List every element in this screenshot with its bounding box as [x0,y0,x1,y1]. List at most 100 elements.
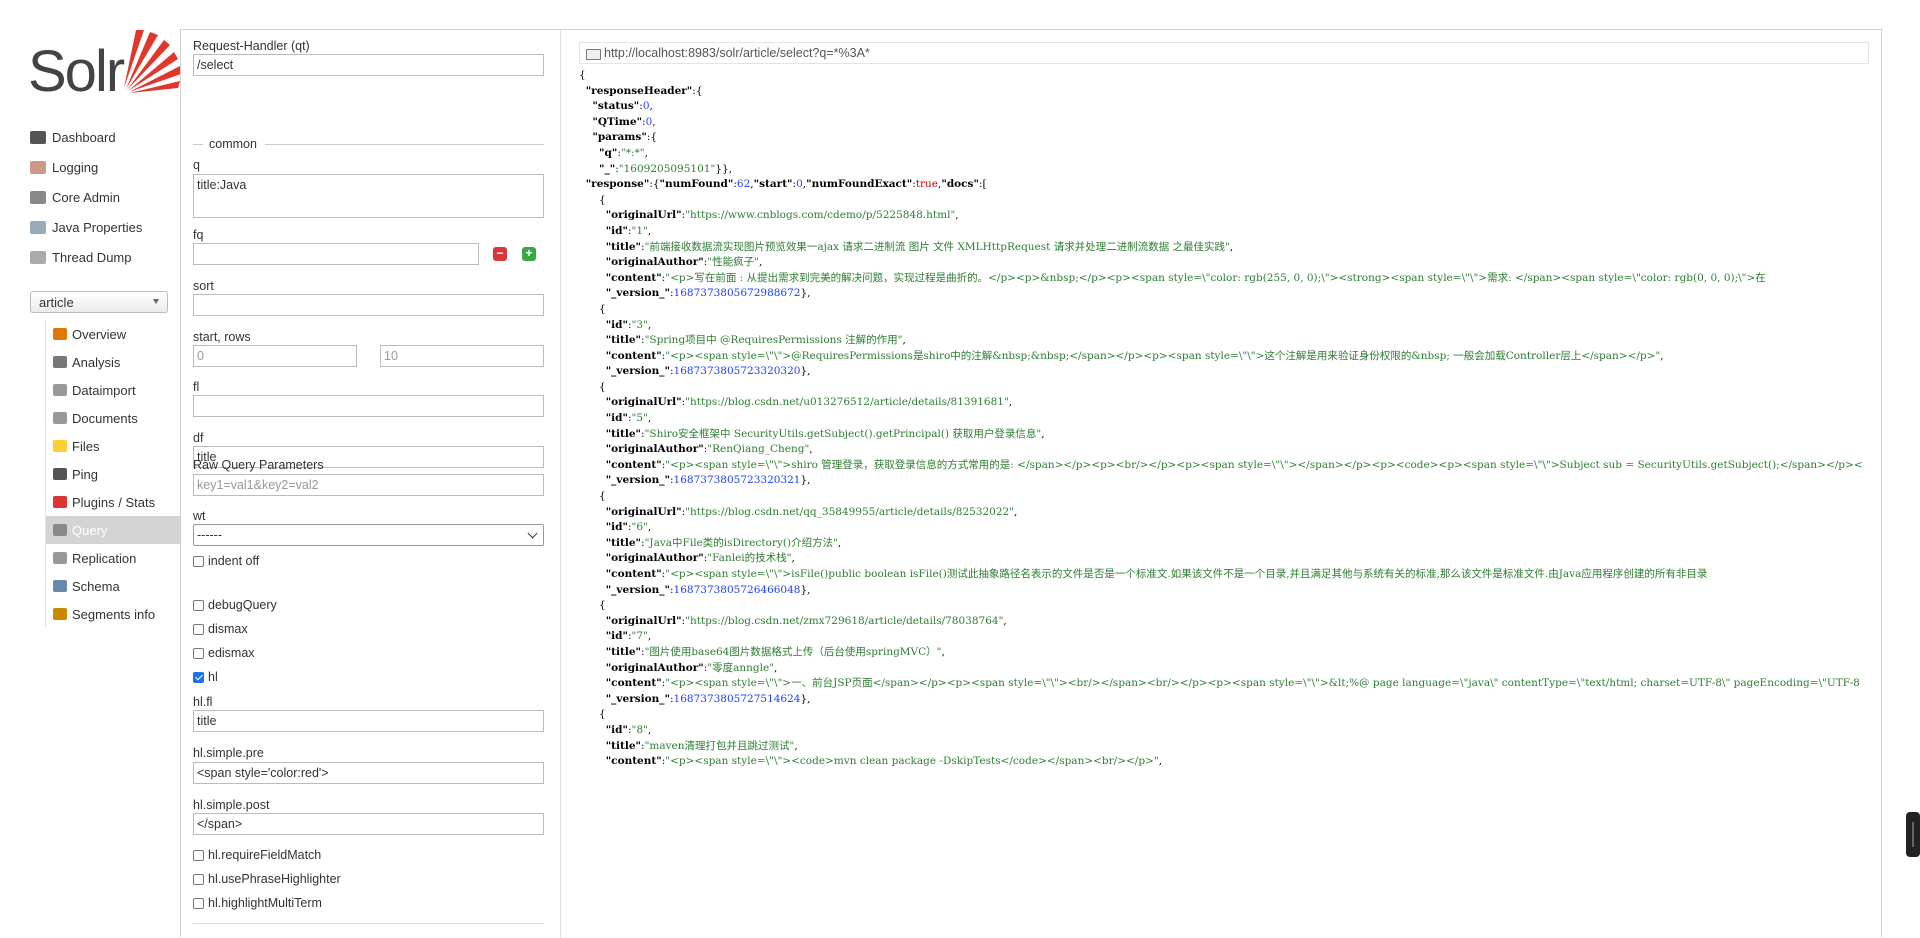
json-key: "QTime" [592,115,643,128]
files-icon [53,440,67,452]
json-punct: :{ [649,178,660,191]
debugquery-checkbox[interactable]: debugQuery [193,598,277,612]
use-phrase-highlighter-checkbox[interactable]: hl.usePhraseHighlighter [193,872,341,886]
fl-input[interactable] [193,395,544,417]
json-punct [579,178,586,190]
highlight-multi-term-checkbox[interactable]: hl.highlightMultiTerm [193,896,322,910]
response-line: "id":"1", [579,224,1869,240]
raw-params-input[interactable]: key1=val1&key2=val2 [193,474,544,496]
highlight-multi-term-label: hl.highlightMultiTerm [208,896,322,910]
json-punct: , [794,739,798,752]
json-key: "title" [605,536,642,549]
nav-item-dashboard[interactable]: Dashboard [30,122,180,152]
json-punct [579,662,606,674]
core-item-label: Segments info [72,606,156,622]
checkbox-box[interactable] [193,849,204,861]
json-punct [579,100,592,112]
core-menu: Overview Analysis Dataimport Documents Files… [45,320,181,628]
common-fieldset-legend: common [193,137,544,151]
dismax-checkbox[interactable]: dismax [193,622,248,636]
nav-item-core-admin[interactable]: Core Admin [30,182,180,212]
nav-item-thread-dump[interactable]: Thread Dump [30,242,180,272]
json-punct: , [1660,349,1664,362]
edismax-checkbox[interactable]: edismax [193,646,255,660]
checkbox-box[interactable] [193,555,204,567]
json-key: "id" [605,412,628,425]
json-punct: , [652,115,656,128]
json-string: "6" [631,521,648,534]
core-item-query[interactable]: Query [46,516,181,544]
core-item-replication[interactable]: Replication [46,544,181,572]
json-string: "8" [631,723,648,736]
hl-label: hl [208,670,218,684]
json-punct [579,630,606,642]
json-string: "<p><span style=\"\">@RequiresPermission… [665,349,1661,362]
json-key: "originalAuthor" [605,661,704,674]
json-string: "<p>写在前面 : 从提出需求到完美的解决问题，实现过程是曲折的。</p><p… [665,271,1766,284]
json-punct [579,256,606,268]
core-item-plugins-stats[interactable]: Plugins / Stats [46,488,181,516]
response-line: { [579,302,1869,318]
checkbox-box[interactable] [193,897,204,909]
checkbox-box[interactable] [193,599,204,611]
json-key: "numFoundExact" [806,178,913,191]
json-key: "originalAuthor" [605,256,704,269]
response-line: "id":"3", [579,318,1869,334]
json-punct [579,506,606,518]
json-punct: { [579,599,606,612]
json-punct: :{ [646,131,658,144]
json-punct [579,740,606,752]
request-url-link[interactable]: http://localhost:8983/solr/article/selec… [604,46,870,60]
json-punct: , [809,443,813,456]
scrollbar[interactable] [1906,812,1920,857]
core-item-overview[interactable]: Overview [46,320,181,348]
nav-item-label: Logging [52,159,99,175]
wt-select[interactable]: ------ [193,524,544,546]
json-key: "_version_" [605,474,670,487]
hlfl-input[interactable]: title [193,710,544,732]
core-selector[interactable]: article [30,291,168,313]
response-line: "_version_":1687373805723320321}, [579,473,1869,489]
core-item-schema[interactable]: Schema [46,572,181,600]
core-selector-value: article [39,294,74,310]
checkbox-box[interactable] [193,623,204,635]
core-item-documents[interactable]: Documents [46,404,181,432]
core-item-analysis[interactable]: Analysis [46,348,181,376]
qt-input[interactable]: /select [193,54,544,76]
fq-input[interactable] [193,243,479,265]
nav-item-logging[interactable]: Logging [30,152,180,182]
json-punct [579,334,606,346]
json-key: "id" [605,521,628,534]
rows-input[interactable]: 10 [380,345,544,367]
json-string: "前端接收数据流实现图片预览效果一ajax 请求二进制流 图片 文件 XMLHt… [644,240,1230,253]
response-json: { "responseHeader":{ "status":0, "QTime"… [579,68,1869,938]
checkbox-box[interactable] [193,647,204,659]
checkbox-box-checked[interactable] [193,671,204,683]
q-textarea[interactable]: title:Java [193,174,544,218]
core-item-ping[interactable]: Ping [46,460,181,488]
checkbox-box[interactable] [193,873,204,885]
core-item-files[interactable]: Files [46,432,181,460]
solr-logo[interactable]: Solr [28,26,181,104]
response-line: "QTime":0, [579,115,1869,131]
indent-checkbox[interactable]: indent off [193,554,259,568]
main-menu: Dashboard Logging Core Admin Java Propertie… [30,122,180,272]
hl-checkbox[interactable]: hl [193,670,218,684]
core-item-dataimport[interactable]: Dataimport [46,376,181,404]
request-url-bar[interactable]: http://localhost:8983/solr/article/selec… [579,42,1869,64]
json-punct [579,131,592,143]
nav-item-java-properties[interactable]: Java Properties [30,212,180,242]
core-item-segments-info[interactable]: Segments info [46,600,181,628]
remove-fq-button[interactable]: − [493,247,507,261]
hl-pre-input[interactable]: <span style='color:red'> [193,762,544,784]
add-fq-button[interactable]: + [522,247,536,261]
response-line: { [579,380,1869,396]
json-string: "<p><span style=\"\">isFile()public bool… [665,568,1708,580]
hl-post-input[interactable]: </span> [193,813,544,835]
start-input[interactable]: 0 [193,345,357,367]
response-line: { [579,68,1869,84]
json-string: "maven清理打包并且跳过测试" [644,739,795,752]
require-field-match-checkbox[interactable]: hl.requireFieldMatch [193,848,321,862]
response-line: "_":"1609205095101"}}, [579,162,1869,178]
sort-input[interactable] [193,294,544,316]
